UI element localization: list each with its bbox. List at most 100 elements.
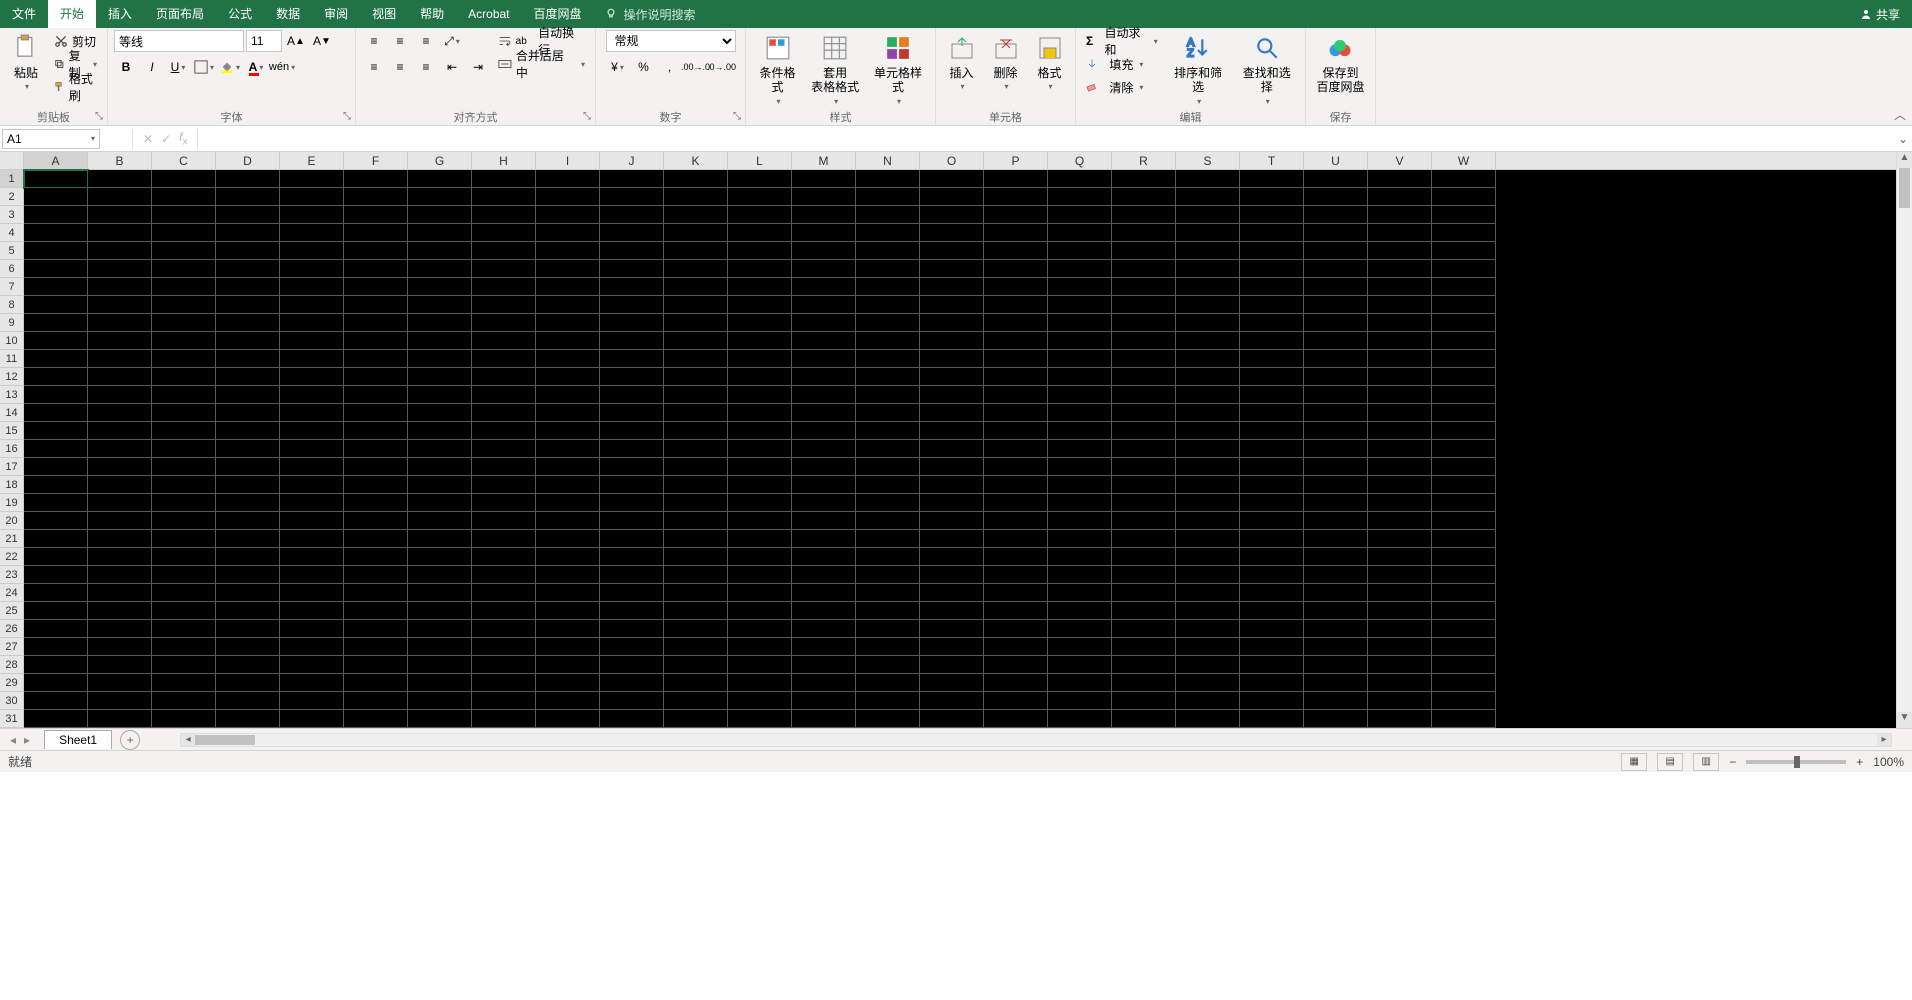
cell[interactable] bbox=[1048, 638, 1112, 656]
cell[interactable] bbox=[1368, 530, 1432, 548]
cell[interactable] bbox=[984, 638, 1048, 656]
cell[interactable] bbox=[344, 494, 408, 512]
normal-view-button[interactable]: ▦ bbox=[1621, 753, 1647, 771]
cell[interactable] bbox=[88, 422, 152, 440]
cell[interactable] bbox=[984, 440, 1048, 458]
align-center-button[interactable]: ≡ bbox=[388, 56, 412, 78]
row-header[interactable]: 31 bbox=[0, 710, 23, 728]
cancel-formula-button[interactable]: ✕ bbox=[143, 132, 153, 146]
page-layout-view-button[interactable]: ▤ bbox=[1657, 753, 1683, 771]
cell[interactable] bbox=[1240, 530, 1304, 548]
cell[interactable] bbox=[1176, 512, 1240, 530]
cell[interactable] bbox=[664, 602, 728, 620]
row-header[interactable]: 8 bbox=[0, 296, 23, 314]
cell[interactable] bbox=[408, 242, 472, 260]
cell[interactable] bbox=[984, 530, 1048, 548]
cell[interactable] bbox=[24, 296, 88, 314]
cell[interactable] bbox=[472, 638, 536, 656]
cell[interactable] bbox=[472, 404, 536, 422]
cell[interactable] bbox=[664, 206, 728, 224]
cell[interactable] bbox=[920, 206, 984, 224]
cell[interactable] bbox=[472, 584, 536, 602]
row-header[interactable]: 13 bbox=[0, 386, 23, 404]
cell[interactable] bbox=[728, 314, 792, 332]
column-header[interactable]: N bbox=[856, 152, 920, 169]
cell[interactable] bbox=[1176, 494, 1240, 512]
cell[interactable] bbox=[1304, 584, 1368, 602]
cell[interactable] bbox=[1304, 476, 1368, 494]
cell[interactable] bbox=[984, 314, 1048, 332]
cell[interactable] bbox=[728, 278, 792, 296]
cell[interactable] bbox=[1240, 458, 1304, 476]
increase-indent-button[interactable]: ⇥ bbox=[466, 56, 490, 78]
cell[interactable] bbox=[728, 260, 792, 278]
cell[interactable] bbox=[1112, 638, 1176, 656]
cell[interactable] bbox=[216, 494, 280, 512]
cell[interactable] bbox=[344, 368, 408, 386]
cell[interactable] bbox=[664, 566, 728, 584]
cell[interactable] bbox=[1112, 296, 1176, 314]
align-top-button[interactable]: ≡ bbox=[362, 30, 386, 52]
cell[interactable] bbox=[344, 476, 408, 494]
cell[interactable] bbox=[216, 620, 280, 638]
cell[interactable] bbox=[1368, 206, 1432, 224]
cell[interactable] bbox=[920, 710, 984, 728]
cell[interactable] bbox=[1112, 404, 1176, 422]
cell[interactable] bbox=[1368, 404, 1432, 422]
cell[interactable] bbox=[408, 224, 472, 242]
cell[interactable] bbox=[1048, 278, 1112, 296]
cell[interactable] bbox=[1240, 332, 1304, 350]
decrease-font-button[interactable]: A▼ bbox=[310, 30, 334, 52]
cell[interactable] bbox=[1048, 404, 1112, 422]
cell[interactable] bbox=[1112, 692, 1176, 710]
cell[interactable] bbox=[1240, 620, 1304, 638]
share-button[interactable]: 共享 bbox=[1860, 6, 1900, 23]
cell[interactable] bbox=[1304, 170, 1368, 188]
cell[interactable] bbox=[1432, 566, 1496, 584]
cell[interactable] bbox=[1368, 656, 1432, 674]
cell[interactable] bbox=[88, 494, 152, 512]
cell[interactable] bbox=[408, 332, 472, 350]
cell[interactable] bbox=[152, 350, 216, 368]
cell[interactable] bbox=[280, 260, 344, 278]
cell[interactable] bbox=[728, 224, 792, 242]
cell[interactable] bbox=[344, 242, 408, 260]
cell[interactable] bbox=[1176, 314, 1240, 332]
cell[interactable] bbox=[1176, 638, 1240, 656]
cell[interactable] bbox=[984, 332, 1048, 350]
cell[interactable] bbox=[1432, 584, 1496, 602]
column-header[interactable]: W bbox=[1432, 152, 1496, 169]
cell[interactable] bbox=[536, 458, 600, 476]
cell[interactable] bbox=[984, 458, 1048, 476]
cell[interactable] bbox=[984, 242, 1048, 260]
cell[interactable] bbox=[24, 512, 88, 530]
cell[interactable] bbox=[728, 440, 792, 458]
cell[interactable] bbox=[792, 422, 856, 440]
cell[interactable] bbox=[600, 386, 664, 404]
cell[interactable] bbox=[1176, 476, 1240, 494]
cell[interactable] bbox=[344, 440, 408, 458]
cell[interactable] bbox=[344, 530, 408, 548]
cell[interactable] bbox=[984, 260, 1048, 278]
cell[interactable] bbox=[920, 422, 984, 440]
cell[interactable] bbox=[408, 350, 472, 368]
cell[interactable] bbox=[1240, 494, 1304, 512]
cell[interactable] bbox=[856, 188, 920, 206]
cell[interactable] bbox=[1176, 206, 1240, 224]
column-header[interactable]: L bbox=[728, 152, 792, 169]
cell[interactable] bbox=[408, 620, 472, 638]
cell[interactable] bbox=[536, 278, 600, 296]
cell[interactable] bbox=[536, 584, 600, 602]
cell[interactable] bbox=[1240, 206, 1304, 224]
cell[interactable] bbox=[408, 260, 472, 278]
column-header[interactable]: P bbox=[984, 152, 1048, 169]
cell[interactable] bbox=[920, 242, 984, 260]
cell[interactable] bbox=[344, 404, 408, 422]
cell[interactable] bbox=[344, 548, 408, 566]
cell[interactable] bbox=[1112, 206, 1176, 224]
cell[interactable] bbox=[408, 494, 472, 512]
cell[interactable] bbox=[1432, 206, 1496, 224]
cell[interactable] bbox=[984, 710, 1048, 728]
cell[interactable] bbox=[664, 584, 728, 602]
cell[interactable] bbox=[1368, 332, 1432, 350]
